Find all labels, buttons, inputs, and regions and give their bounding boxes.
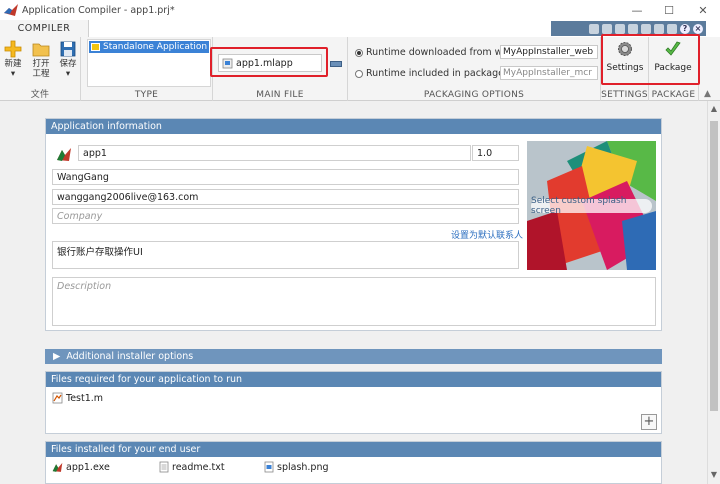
packaging-options-label: PACKAGING OPTIONS [423,90,525,100]
save-disk-icon [60,41,76,57]
type-item-standalone[interactable]: Standalone Application [89,41,209,53]
cut-quick-icon[interactable] [602,23,612,34]
exe-file-icon [52,462,63,472]
folder-open-icon [32,43,50,57]
matlab-script-icon [52,392,63,404]
copy-quick-icon[interactable] [615,23,625,34]
settings-button[interactable]: Settings [603,40,647,82]
description-field[interactable]: Description [52,277,656,326]
file-section: 新建 ▾ 打开 工程 保存 ▾ 文件 [0,37,81,101]
add-main-file-button[interactable] [330,61,342,67]
open-project-button[interactable]: 打开 工程 [31,40,51,79]
save-button[interactable]: 保存 ▾ [58,40,78,79]
runtime-web-radio[interactable] [355,48,363,57]
image-file-icon [264,461,274,473]
main-file-section-label: MAIN FILE [256,90,304,100]
additional-options-header[interactable]: ▶ Additional installer options [45,349,662,364]
layout-quick-icon[interactable] [667,23,677,34]
close-toolstrip-icon[interactable]: × [693,23,703,34]
file-entry-splash[interactable]: splash.png [264,461,329,473]
scroll-up-icon[interactable]: ▲ [708,103,720,115]
help-icon[interactable]: ? [680,23,690,34]
collapse-toolstrip-icon[interactable]: ▲ [704,89,711,99]
web-installer-name-input[interactable]: MyAppInstaller_web [500,45,598,59]
splash-screen-preview[interactable]: Select custom splash screen [527,141,656,270]
new-plus-icon [4,40,22,58]
app-icon[interactable] [56,146,72,162]
title-bar: Application Compiler - app1.prj* — ☐ ✕ [0,0,720,20]
app-name-field[interactable]: app1 [78,145,471,161]
file-entry-test1[interactable]: Test1.m [52,392,103,404]
quick-access-toolbar: ? × [551,21,706,36]
mcr-installer-name-input[interactable]: MyAppInstaller_mcr [500,66,598,80]
settings-section-label: SETTINGS [601,90,648,100]
runtime-package-radio[interactable] [355,69,363,78]
scroll-down-icon[interactable]: ▼ [708,469,720,481]
minimize-button[interactable]: — [620,0,654,20]
type-section-label: TYPE [134,90,159,100]
save-quick-icon[interactable] [589,23,599,34]
mlapp-file-icon [222,58,233,68]
scrollbar-thumb[interactable] [710,121,718,411]
file-entry-app1-exe[interactable]: app1.exe [52,461,110,473]
email-field[interactable]: wanggang2006live@163.com [52,189,519,205]
application-information-panel: Application information app1 1.0 WangGan… [45,118,662,331]
main-file-entry[interactable]: app1.mlapp [218,54,322,72]
redo-quick-icon[interactable] [654,23,664,34]
set-default-contact-link[interactable]: 设置为默认联系人 [451,228,523,241]
type-list[interactable]: Standalone Application [87,39,211,87]
toolstrip: 新建 ▾ 打开 工程 保存 ▾ 文件 TYPE Standalone Applica… [0,37,720,101]
application-icon [91,43,100,51]
additional-installer-options-panel[interactable]: ▶ Additional installer options [45,349,662,364]
file-section-label: 文件 [30,90,50,100]
author-field[interactable]: WangGang [52,169,519,185]
toolstrip-tab-row: COMPILER ? × [0,20,720,37]
package-button[interactable]: Package [651,40,695,82]
version-field[interactable]: 1.0 [472,145,519,161]
new-button[interactable]: 新建 ▾ [3,40,23,79]
main-content: Application information app1 1.0 WangGan… [0,101,707,484]
maximize-button[interactable]: ☐ [652,0,686,20]
package-section-label: PACKAGE [651,90,696,100]
checkmark-icon [665,41,681,56]
matlab-logo-icon [4,4,18,16]
files-installed-panel: Files installed for your end user app1.e… [45,441,662,484]
text-file-icon [159,461,169,473]
window-title: Application Compiler - app1.prj* [22,4,175,16]
select-splash-button[interactable]: Select custom splash screen [531,196,652,216]
undo-quick-icon[interactable] [641,23,651,34]
add-file-button[interactable]: + [641,414,657,430]
panel-header: Application information [46,119,661,134]
summary-field[interactable]: 银行账户存取操作UI [52,241,519,269]
files-installed-header: Files installed for your end user [46,442,661,457]
paste-quick-icon[interactable] [628,23,638,34]
company-field[interactable]: Company [52,208,519,224]
file-entry-readme[interactable]: readme.txt [159,461,225,473]
files-required-header: Files required for your application to r… [46,372,661,387]
files-required-panel: Files required for your application to r… [45,371,662,434]
gear-icon [618,42,632,56]
tab-compiler[interactable]: COMPILER [0,20,89,37]
close-button[interactable]: ✕ [686,0,720,20]
expand-arrow-icon: ▶ [53,351,61,362]
vertical-scrollbar[interactable]: ▲ ▼ [707,101,720,484]
runtime-web-option[interactable]: Runtime downloaded from web [355,47,514,58]
runtime-package-option[interactable]: Runtime included in package [355,68,504,79]
